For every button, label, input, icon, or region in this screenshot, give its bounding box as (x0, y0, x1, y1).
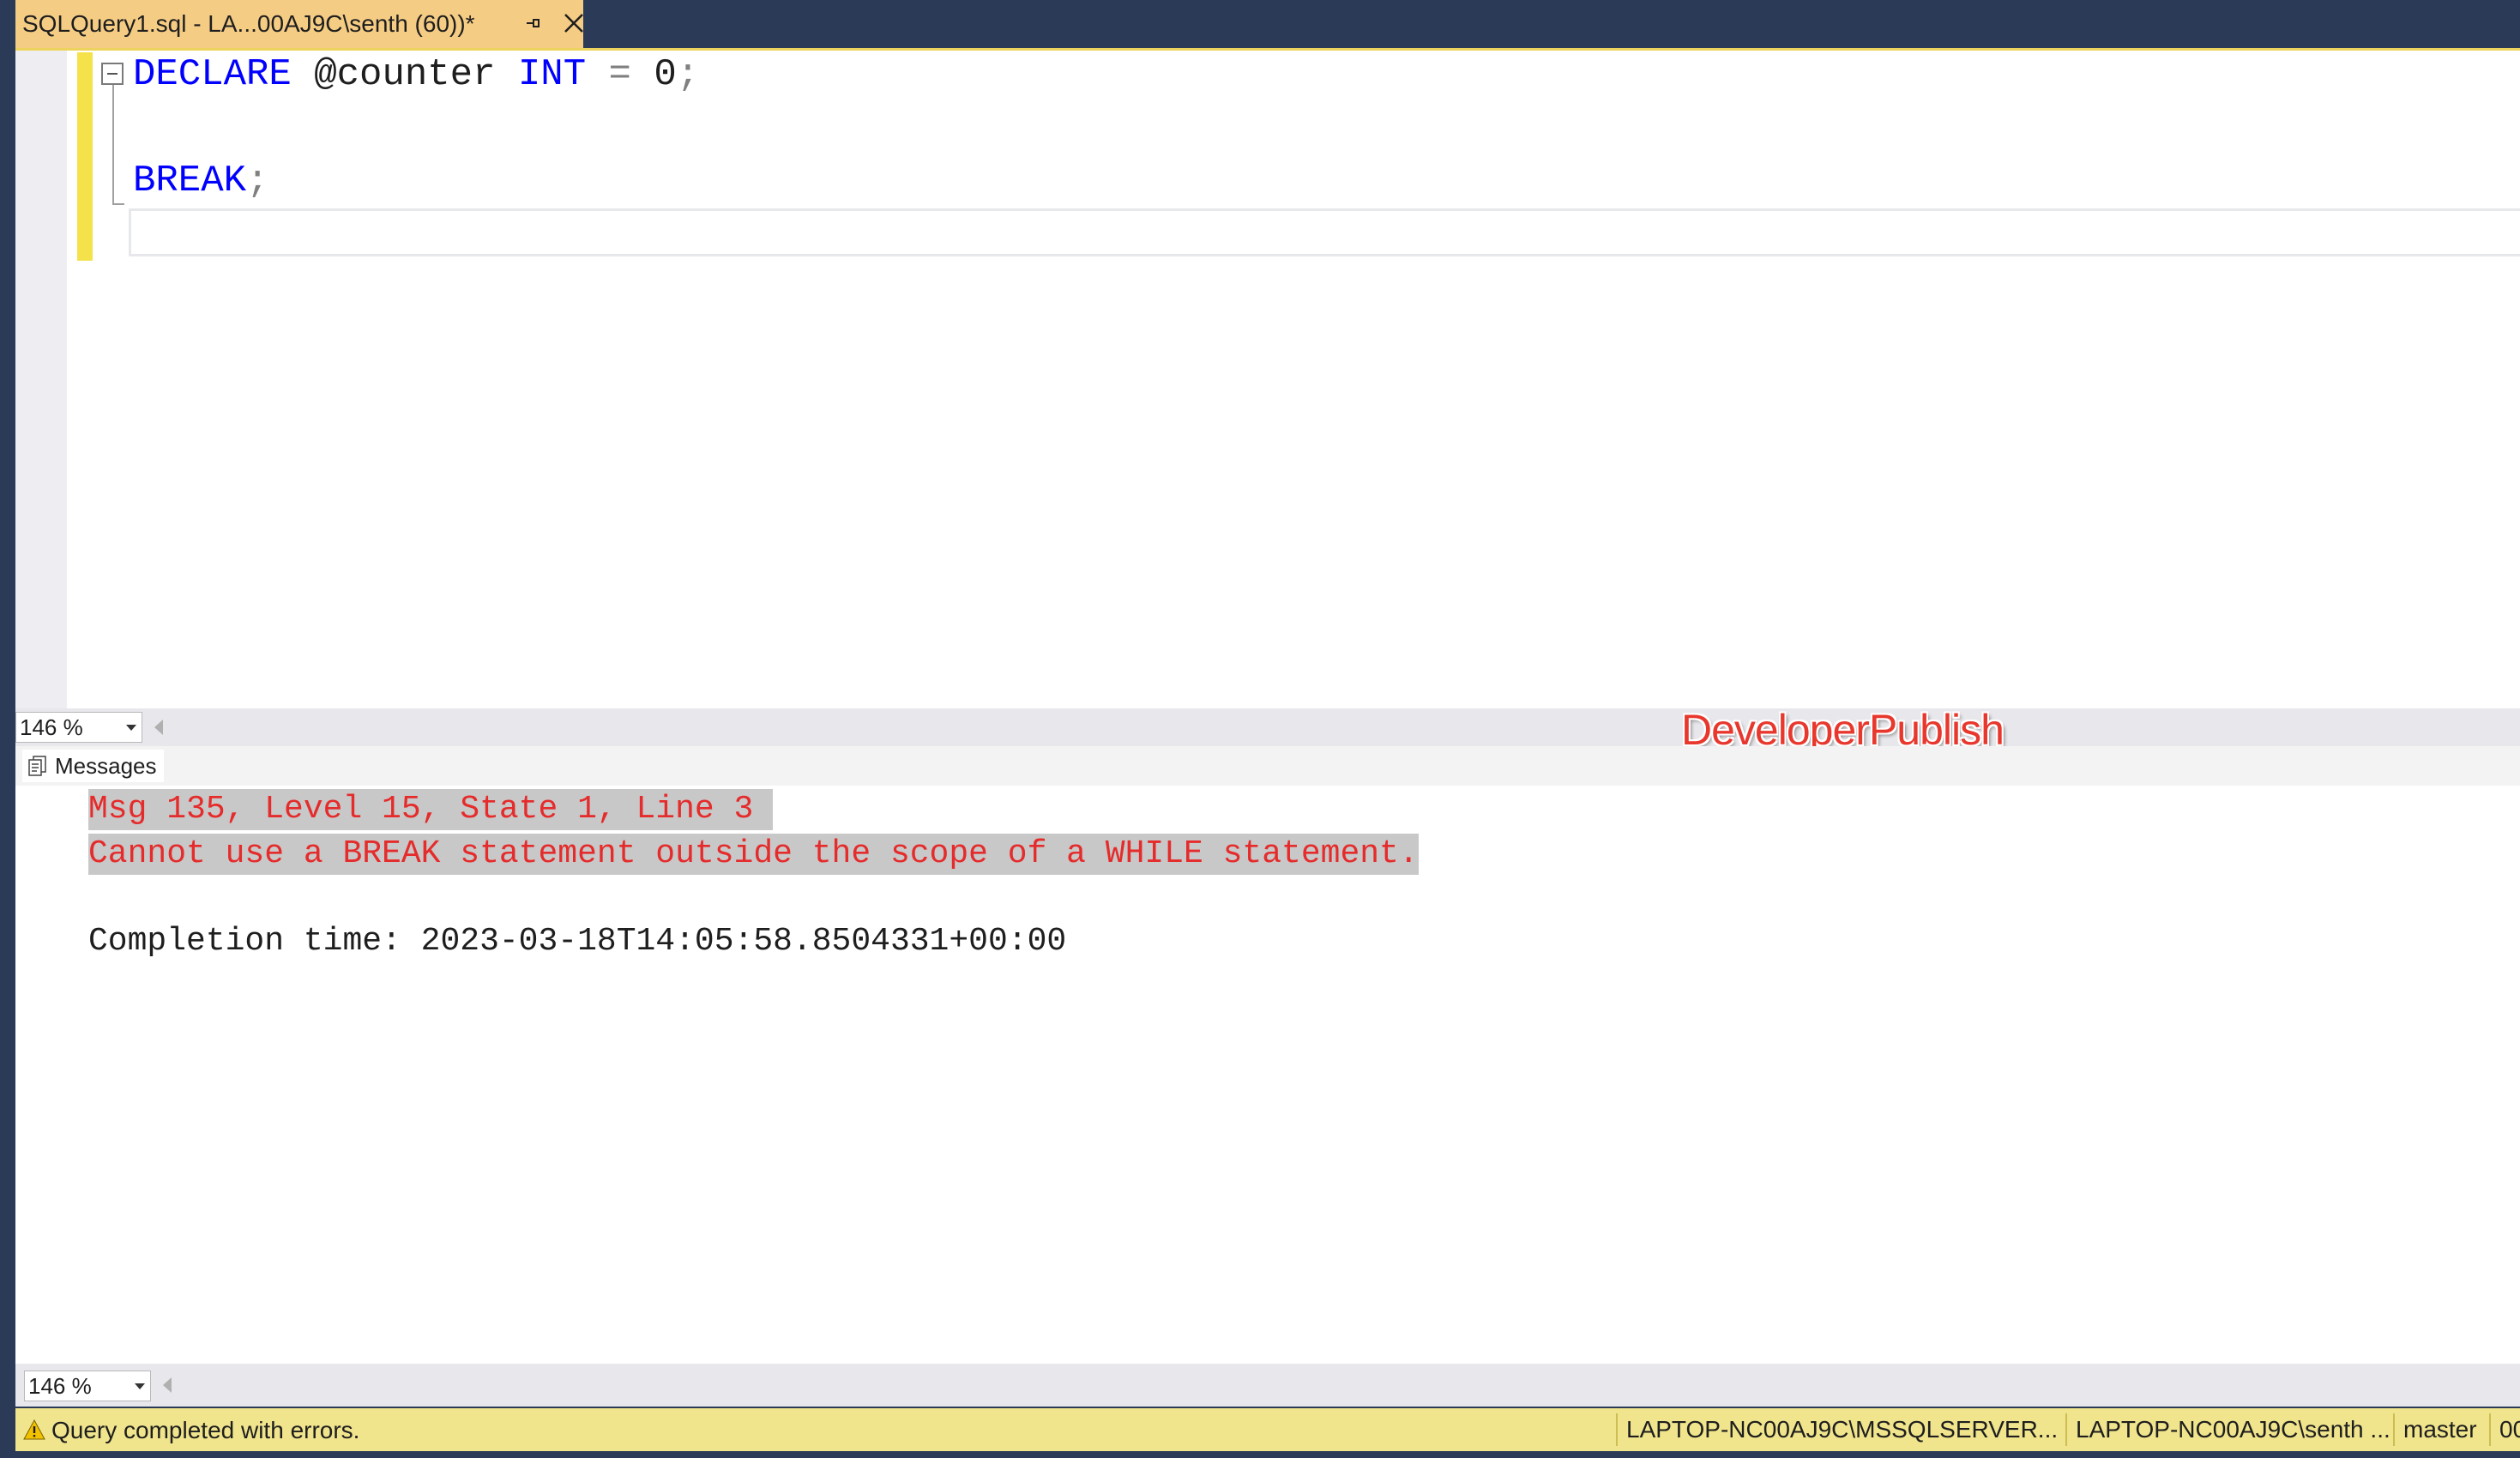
line-number-gutter (15, 51, 67, 711)
results-scrollbar-bar: 146 % (15, 1364, 2520, 1407)
messages-icon (28, 756, 46, 776)
literal-zero: 0 (654, 53, 677, 96)
scroll-left-icon[interactable] (154, 720, 163, 735)
pin-icon[interactable] (520, 10, 546, 36)
completion-time: Completion time: 2023-03-18T14:05:58.850… (88, 923, 1067, 960)
close-icon[interactable] (561, 10, 587, 36)
zoom-value: 146 % (28, 1372, 92, 1399)
editor-zoom-dropdown[interactable]: 146 % (15, 712, 142, 743)
change-tracking-margin (77, 52, 93, 261)
warning-icon (23, 1419, 45, 1440)
results-zoom-dropdown[interactable]: 146 % (24, 1371, 151, 1401)
editor-scrollbar-bar: 146 % (15, 708, 2520, 746)
status-bar: Query completed with errors. LAPTOP-NC00… (15, 1408, 2520, 1451)
chevron-down-icon (135, 1383, 145, 1389)
current-line-highlight (129, 208, 2520, 256)
tab-messages[interactable]: Messages (22, 750, 164, 782)
error-message-header[interactable]: Msg 135, Level 15, State 1, Line 3 (88, 789, 774, 830)
outline-guide-end (112, 203, 124, 205)
messages-tab-label: Messages (55, 752, 157, 779)
keyword-int: INT (517, 53, 587, 96)
keyword-declare: DECLARE (133, 53, 292, 96)
chevron-down-icon (126, 725, 136, 731)
status-user: LAPTOP-NC00AJ9C\senth ... (2065, 1413, 2408, 1446)
operator-equals: = (608, 53, 631, 96)
status-server: LAPTOP-NC00AJ9C\MSSQLSERVER... (1616, 1413, 2064, 1446)
keyword-break: BREAK (133, 160, 247, 202)
code-line-3[interactable]: BREAK; (133, 157, 268, 205)
tab-title: SQLQuery1.sql - LA...00AJ9C\senth (60))* (22, 10, 475, 37)
variable-counter: @counter (314, 53, 496, 96)
semicolon: ; (676, 53, 700, 96)
results-tab-strip: Messages (15, 746, 2520, 786)
code-line-1[interactable]: DECLARE @counter INT = 0; (133, 51, 699, 99)
status-database: master (2393, 1413, 2489, 1446)
error-message-text[interactable]: Cannot use a BREAK statement outside the… (88, 834, 1419, 875)
scroll-left-icon[interactable] (163, 1377, 172, 1393)
results-pane: Messages Msg 135, Level 15, State 1, Lin… (15, 746, 2520, 1364)
status-message: Query completed with errors. (51, 1417, 360, 1443)
outline-guide (112, 85, 114, 205)
zoom-value: 146 % (20, 714, 83, 740)
status-elapsed-time: 00 (2489, 1413, 2520, 1446)
semicolon: ; (246, 160, 269, 202)
collapse-icon[interactable] (101, 63, 124, 85)
tab-sqlquery1[interactable]: SQLQuery1.sql - LA...00AJ9C\senth (60))* (15, 0, 583, 48)
query-editor[interactable]: DECLARE @counter INT = 0; BREAK; (15, 48, 2520, 711)
